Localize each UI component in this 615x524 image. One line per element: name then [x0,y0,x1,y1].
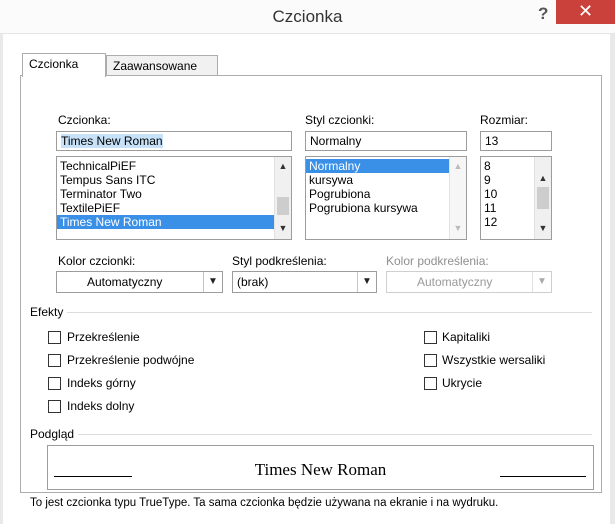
scroll-up-icon[interactable]: ▲ [535,173,551,183]
effects-title: Efekty [30,305,68,319]
double-strikethrough-checkbox[interactable] [48,354,61,367]
strikethrough-checkbox[interactable] [48,331,61,344]
size-list-scrollbar[interactable]: ▲ ▼ [534,157,551,239]
superscript-checkbox[interactable] [48,377,61,390]
font-list-item[interactable]: TextilePiEF [57,201,291,215]
scroll-up-icon[interactable]: ▲ [450,161,466,171]
scroll-down-icon[interactable]: ▼ [535,223,551,233]
scroll-thumb[interactable] [277,197,289,215]
underline-color-select: Automatyczny ▼ [386,271,552,293]
font-color-select[interactable]: Automatyczny ▼ [56,271,223,293]
scroll-up-icon[interactable]: ▲ [275,161,291,171]
tab-czcionka[interactable]: Czcionka [22,53,106,77]
truetype-note: To jest czcionka typu TrueType. Ta sama … [30,497,499,509]
font-input-value: Times New Roman [61,134,163,148]
style-input-value: Normalny [310,134,362,148]
underline-color-label: Kolor podkreślenia: [386,254,489,268]
underline-color-value: Automatyczny [417,275,493,289]
subscript-checkbox[interactable] [48,400,61,413]
scroll-down-icon[interactable]: ▼ [275,223,291,233]
font-color-label: Kolor czcionki: [58,254,136,268]
size-label: Rozmiar: [480,113,529,127]
style-label: Styl czcionki: [305,113,375,127]
hidden-label[interactable]: Ukrycie [442,376,482,390]
double-strikethrough-label[interactable]: Przekreślenie podwójne [67,353,194,367]
close-button[interactable]: ✕ [556,0,615,24]
size-input[interactable]: 13 [480,131,552,151]
scroll-down-icon[interactable]: ▼ [450,223,466,233]
all-caps-label[interactable]: Wszystkie wersaliki [442,353,545,367]
small-caps-checkbox[interactable] [424,331,437,344]
chevron-down-icon: ▼ [532,272,551,292]
window-title: Czcionka [272,7,343,26]
font-list-scrollbar[interactable]: ▲ ▼ [274,157,291,239]
preview-baseline-right [500,476,586,477]
style-list-item[interactable]: Pogrubiona [306,187,466,201]
help-button[interactable]: ? [538,4,548,24]
font-color-value: Automatyczny [87,275,163,289]
size-input-value: 13 [485,134,499,148]
underline-style-value: (brak) [237,275,269,289]
window-border-right [610,34,615,524]
superscript-label[interactable]: Indeks górny [67,376,136,390]
effects-divider [32,312,592,313]
chevron-down-icon[interactable]: ▼ [203,272,222,292]
style-list-scrollbar[interactable]: ▲ ▼ [449,157,466,239]
tab-czcionka-label: Czcionka [29,57,79,71]
preview-divider [32,434,592,435]
font-list[interactable]: TechnicalPiEF Tempus Sans ITC Terminator… [56,156,292,240]
font-list-item-selected[interactable]: Times New Roman [57,215,291,229]
hidden-checkbox[interactable] [424,377,437,390]
scroll-thumb[interactable] [537,187,549,209]
font-label: Czcionka: [58,113,111,127]
style-list-item[interactable]: kursywa [306,173,466,187]
small-caps-label[interactable]: Kapitaliki [442,330,490,344]
preview-sample-text: Times New Roman [254,460,387,479]
all-caps-checkbox[interactable] [424,354,437,367]
underline-style-select[interactable]: (brak) ▼ [232,271,377,293]
window-border-left [0,34,3,524]
style-list-item-selected[interactable]: Normalny [306,159,466,173]
underline-style-label: Styl podkreślenia: [232,254,327,268]
chevron-down-icon[interactable]: ▼ [357,272,376,292]
preview-box: Times New Roman [47,445,594,490]
tab-zaawansowane[interactable]: Zaawansowane [106,55,218,75]
font-list-item[interactable]: Tempus Sans ITC [57,173,291,187]
style-list[interactable]: Normalny kursywa Pogrubiona Pogrubiona k… [305,156,467,240]
font-list-item[interactable]: TechnicalPiEF [57,159,291,173]
size-list[interactable]: 8 9 10 11 12 ▲ ▼ [480,156,552,240]
tab-zaawansowane-label: Zaawansowane [113,59,198,73]
font-list-item[interactable]: Terminator Two [57,187,291,201]
preview-title: Podgląd [30,427,79,441]
subscript-label[interactable]: Indeks dolny [67,399,134,413]
font-input[interactable]: Times New Roman [56,131,292,151]
style-input[interactable]: Normalny [305,131,467,151]
preview-baseline-left [54,476,132,477]
style-list-item[interactable]: Pogrubiona kursywa [306,201,466,215]
strikethrough-label[interactable]: Przekreślenie [67,330,140,344]
